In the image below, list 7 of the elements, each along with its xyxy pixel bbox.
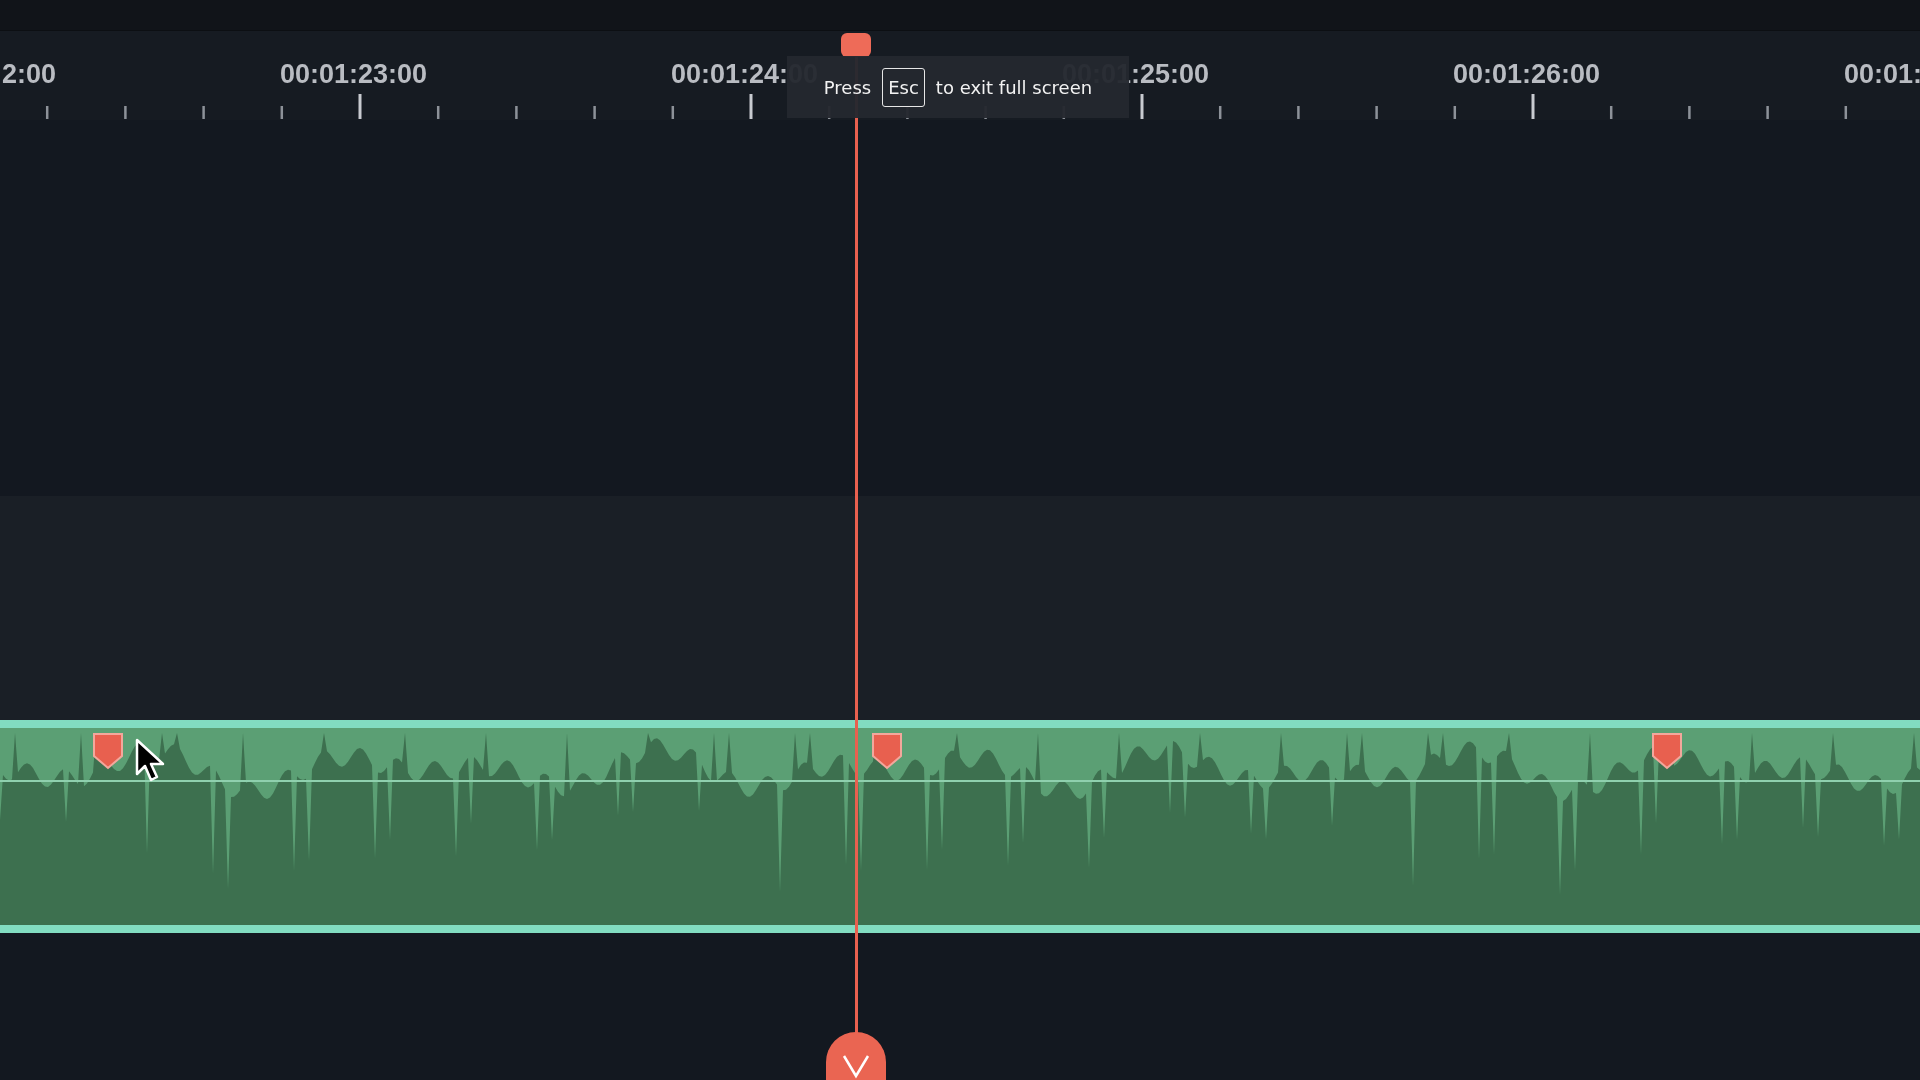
timecode-label: 2:00 xyxy=(2,58,57,90)
notice-text: to exit full screen xyxy=(935,76,1093,98)
notice-text: Press xyxy=(823,76,872,98)
timecode-label: 00:01:26:00 xyxy=(1453,58,1601,90)
keyboard-key: Esc xyxy=(882,67,925,107)
timecode-label: 00:01:23:00 xyxy=(280,58,428,90)
timecode-label: 00:01: xyxy=(1844,58,1920,90)
